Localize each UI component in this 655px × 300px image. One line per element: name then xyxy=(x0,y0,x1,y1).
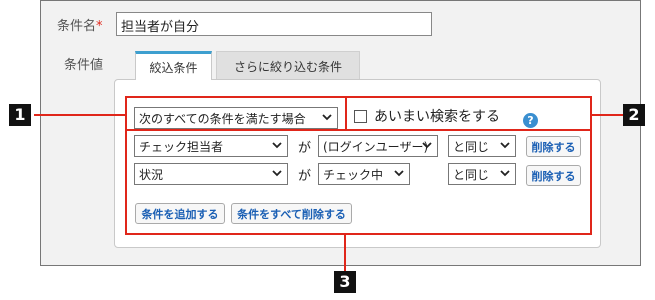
callout-box-2 xyxy=(345,96,592,131)
callout-line-1 xyxy=(34,114,125,116)
condition-name-input[interactable]: 担当者が自分 xyxy=(116,12,432,36)
tab-filter-conditions[interactable]: 絞込条件 xyxy=(135,51,212,80)
tab-further-filter-conditions[interactable]: さらに絞り込む条件 xyxy=(216,51,360,80)
condition-name-label: 条件名* xyxy=(57,15,103,34)
callout-line-2 xyxy=(592,114,623,116)
callout-box-1 xyxy=(125,96,347,131)
callout-badge-2: 2 xyxy=(623,104,645,126)
condition-value-label: 条件値 xyxy=(64,58,104,73)
condition-name-label-text: 条件名 xyxy=(57,19,97,34)
callout-box-3 xyxy=(125,129,592,235)
callout-badge-1: 1 xyxy=(9,104,31,126)
callout-line-3 xyxy=(344,235,346,271)
callout-badge-3: 3 xyxy=(334,271,356,293)
required-mark: * xyxy=(96,19,103,34)
